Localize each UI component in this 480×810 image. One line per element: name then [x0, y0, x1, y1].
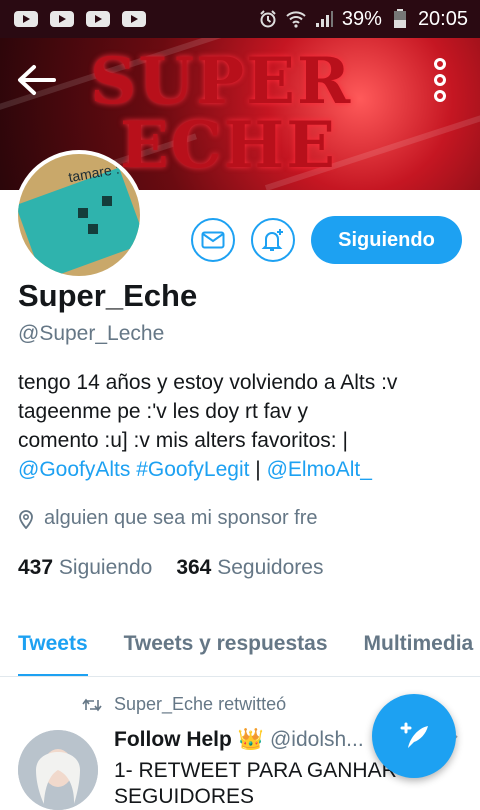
followers-count-link[interactable]: 364 Seguidores — [176, 556, 323, 580]
tweet-author-handle: @idolsh... — [269, 728, 364, 751]
profile-location: alguien que sea mi sponsor fre — [18, 507, 318, 530]
profile-avatar[interactable]: tamare :'v — [14, 150, 144, 280]
mail-icon — [201, 231, 225, 249]
youtube-icon — [50, 11, 74, 27]
profile-handle: @Super_Leche — [18, 322, 165, 345]
alarm-icon — [260, 10, 276, 28]
clock: 20:05 — [417, 7, 468, 30]
following-button[interactable]: Siguiendo — [311, 216, 462, 264]
battery-percent: 39% — [341, 7, 382, 30]
bio-mention-link[interactable]: @GoofyAlts — [18, 458, 130, 481]
wifi-icon — [286, 11, 306, 28]
bio-line: comento :u] :v mis alters favoritos: | — [18, 429, 348, 452]
bio-separator: | — [249, 458, 267, 481]
location-pin-icon — [19, 509, 33, 529]
arrow-left-icon[interactable] — [14, 62, 58, 98]
status-bar: 39% 20:05 — [0, 0, 480, 38]
youtube-icon — [14, 11, 38, 27]
bio-line: tengo 14 años y estoy volviendo a Alts :… — [18, 371, 398, 394]
bio-line: tageenme pe :'v les doy rt fav y — [18, 400, 308, 423]
compose-feather-icon — [400, 722, 428, 748]
compose-tweet-button[interactable] — [372, 694, 456, 778]
notifications-button[interactable] — [251, 218, 295, 262]
follow-counts: 437 Siguiendo 364 Seguidores — [18, 556, 323, 580]
notification-icons — [0, 11, 146, 27]
retweet-icon — [82, 698, 102, 711]
battery-icon — [393, 9, 406, 28]
profile-tabs: Tweets Tweets y respuestas Multimedia — [0, 612, 480, 677]
bio-mention-link[interactable]: @ElmoAlt_ — [267, 458, 372, 481]
retweet-label: Super_Eche retwitteó — [114, 694, 287, 714]
crown-icon: 👑 — [237, 728, 264, 751]
following-count-link[interactable]: 437 Siguiendo — [18, 556, 152, 580]
signal-icon — [315, 11, 333, 27]
youtube-icon — [86, 11, 110, 27]
profile-name: Super_Eche — [18, 278, 198, 313]
tweet-author[interactable]: Follow Help 👑 @idolsh... — [114, 728, 364, 752]
tab-tweets[interactable]: Tweets — [0, 612, 106, 676]
profile-bio: tengo 14 años y estoy volviendo a Alts :… — [18, 368, 468, 484]
tab-tweets-and-replies[interactable]: Tweets y respuestas — [106, 612, 346, 676]
retweet-context: Super_Eche retwitteó — [82, 694, 286, 715]
more-vertical-icon[interactable] — [426, 56, 454, 104]
youtube-icon — [122, 11, 146, 27]
message-button[interactable] — [191, 218, 235, 262]
tweet-author-avatar[interactable] — [18, 730, 98, 810]
tweet-author-name: Follow Help — [114, 728, 232, 751]
tab-media[interactable]: Multimedia — [346, 612, 480, 676]
banner-art-text: SUPER ECHE — [90, 44, 353, 183]
bio-hashtag-link[interactable]: #GoofyLegit — [136, 458, 249, 481]
location-text: alguien que sea mi sponsor fre — [44, 507, 318, 529]
bell-plus-icon — [261, 229, 283, 251]
